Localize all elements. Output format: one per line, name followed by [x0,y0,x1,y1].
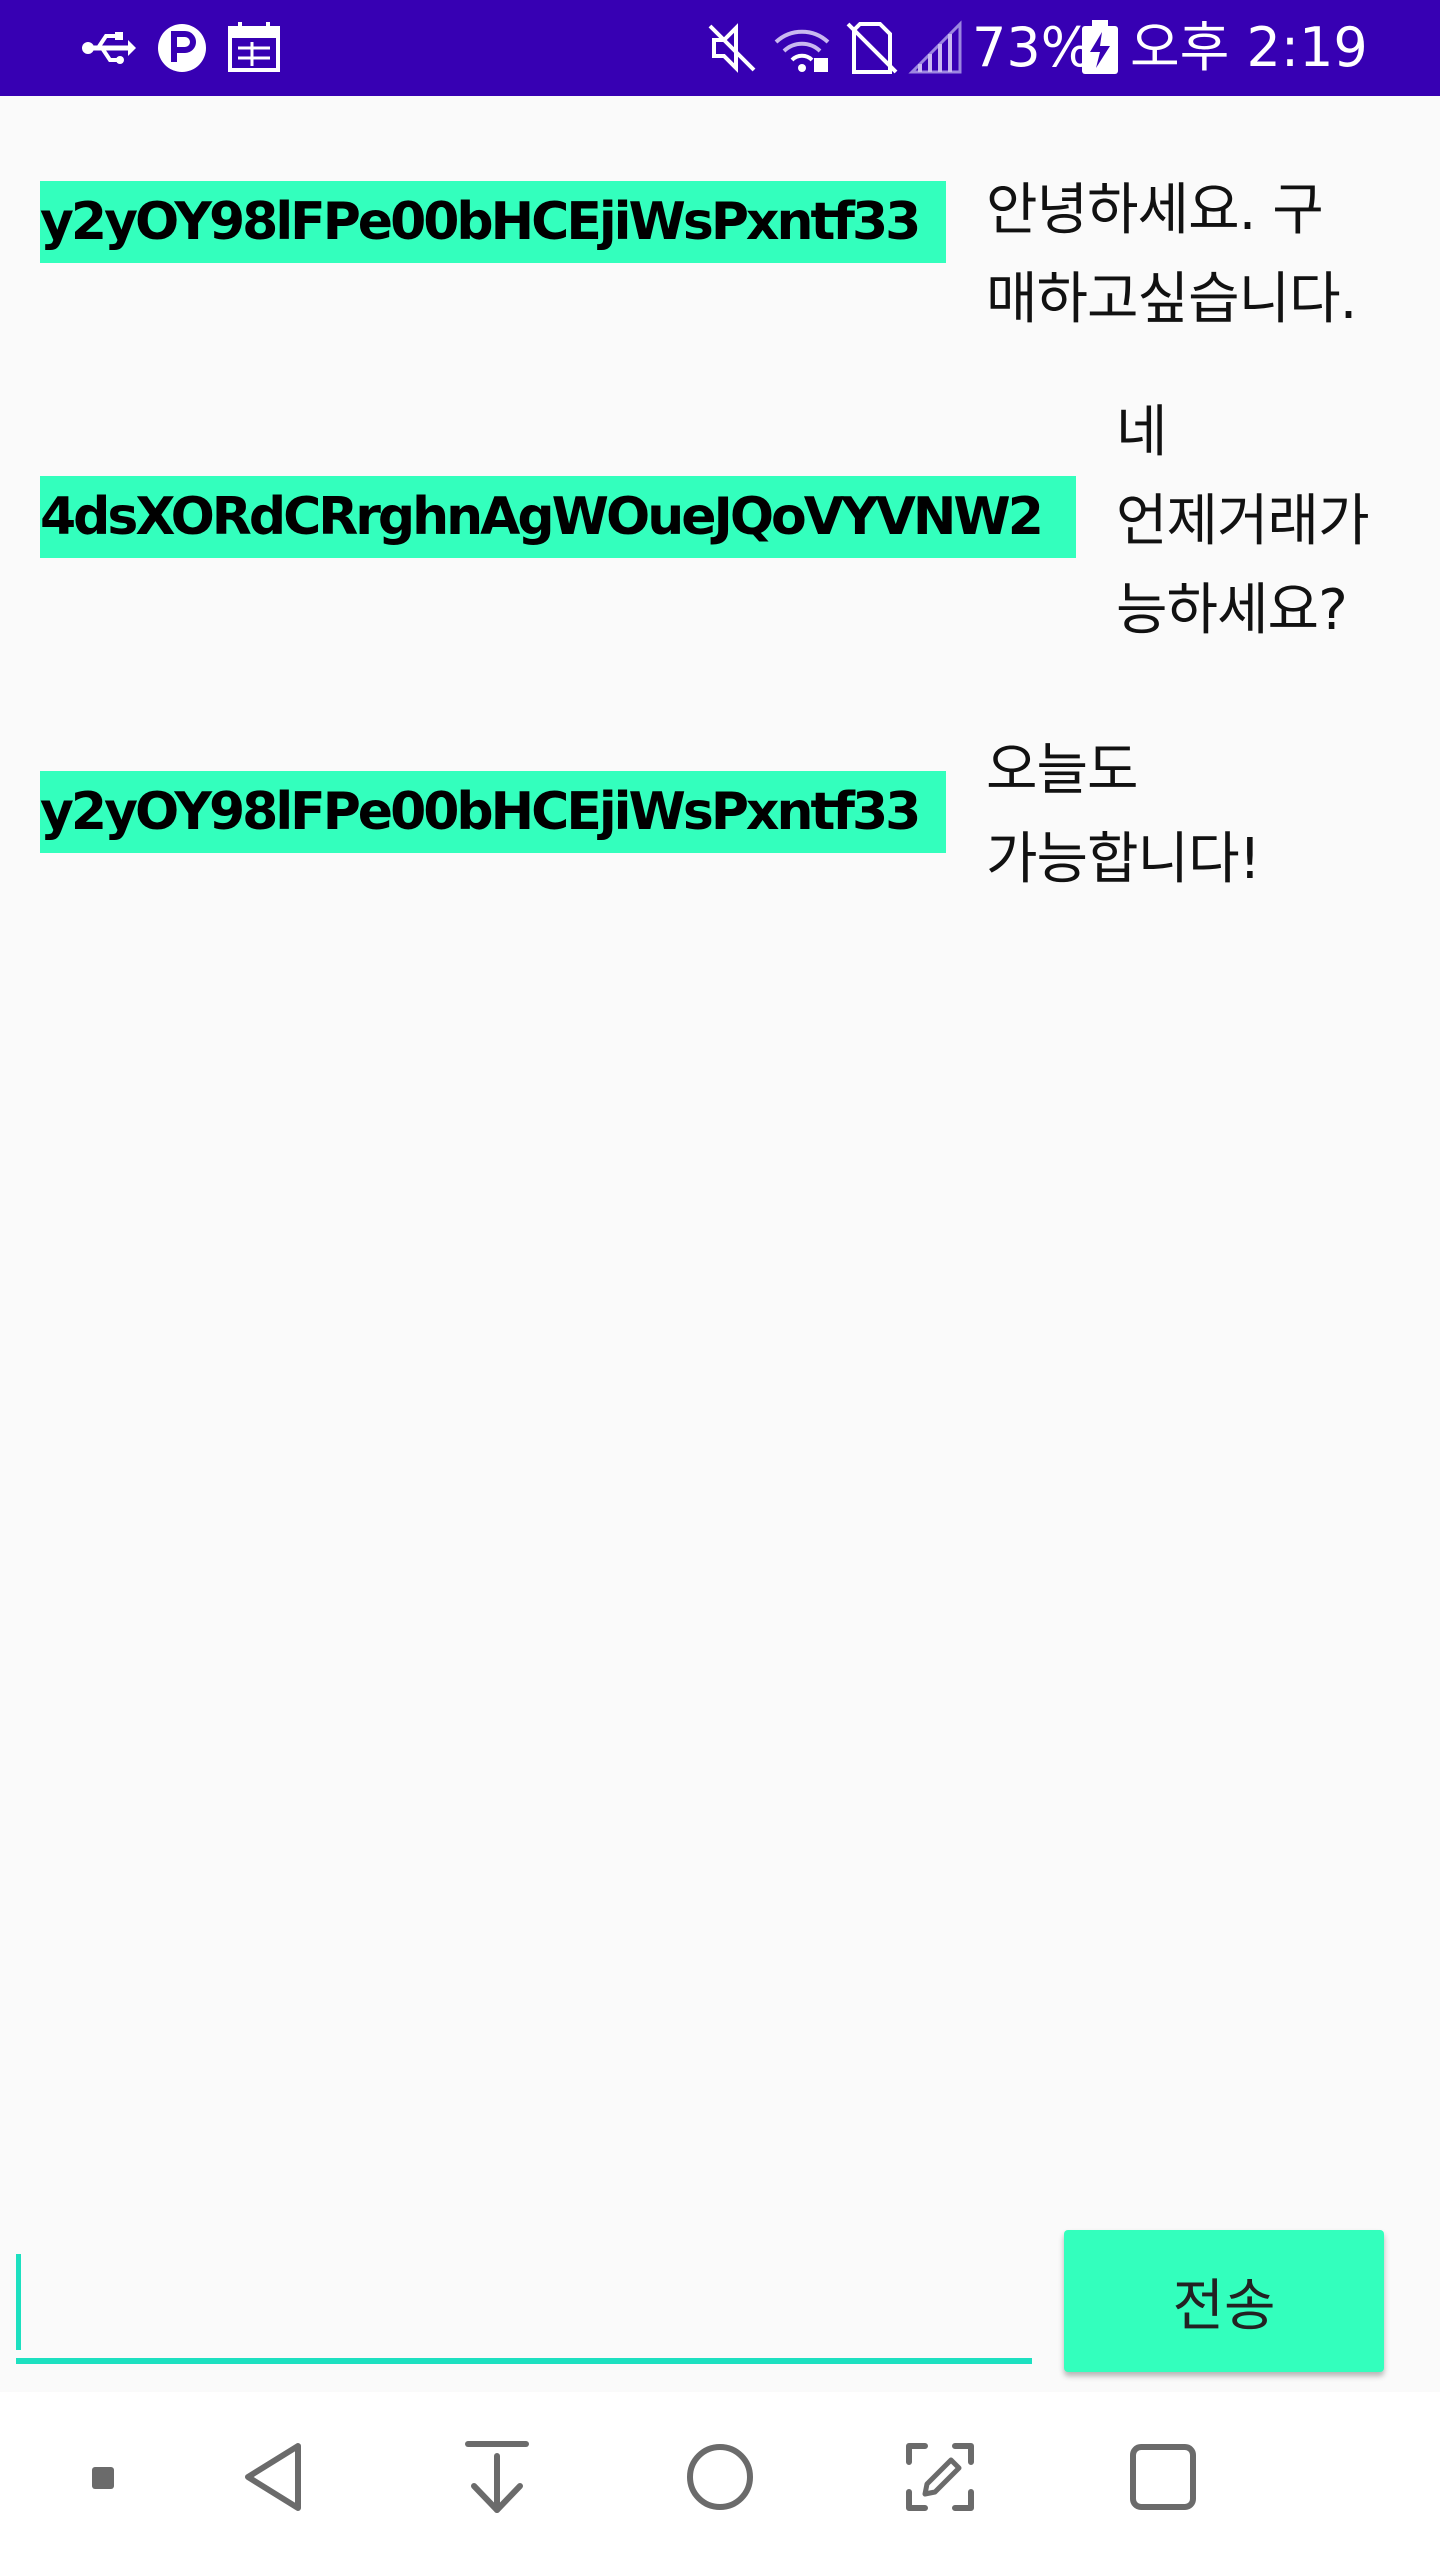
recents-icon[interactable] [1118,2432,1208,2522]
send-button[interactable]: 전송 [1064,2230,1384,2372]
message-sender: y2yOY98lFPe00bHCEjiWsPxntf33 [40,181,946,263]
wifi-icon [774,29,830,72]
message-text: 오늘도 가능합니다! [986,738,1261,892]
usb-icon [82,32,136,64]
mute-icon [708,23,756,73]
p-app-icon [158,24,206,72]
signal-icon [908,20,962,74]
battery-percent: 73% [972,16,1093,79]
battery-charging-icon [1082,20,1118,74]
back-icon[interactable] [232,2432,322,2522]
message-text: 안녕하세요. 구 매하고싶습니다. [986,178,1357,332]
status-bar: 73% 오후 2:19 [0,0,1440,96]
message-sender: y2yOY98lFPe00bHCEjiWsPxntf33 [40,771,946,853]
screenshot-edit-icon[interactable] [895,2432,985,2522]
home-icon[interactable] [675,2432,765,2522]
dot-icon[interactable] [57,2432,147,2522]
navigation-bar [0,2392,1440,2560]
message-text: 네 언제거래가 능하세요? [1116,400,1370,643]
calendar-icon [228,22,280,72]
message-input[interactable] [16,2250,1032,2364]
text-cursor [16,2254,21,2350]
message-sender: 4dsXORdCRrghnAgWOueJQoVYVNW2 [40,476,1076,558]
clock: 오후 2:19 [1130,16,1368,79]
down-arrow-icon[interactable] [452,2432,542,2522]
no-sim-icon [846,22,898,74]
